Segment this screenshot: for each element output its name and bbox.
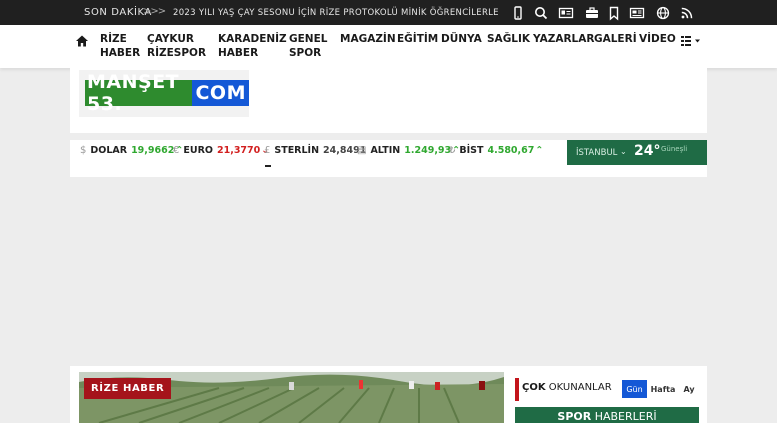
logo-text-right: COM <box>192 80 249 106</box>
currency-value: 1.249,93 <box>404 145 452 156</box>
lira-icon: ₺ <box>449 145 456 156</box>
newspaper-icon[interactable] <box>629 5 645 21</box>
logo-wordmark: MANŞET 53. COM <box>85 71 249 115</box>
breaking-news-arrows: >>> <box>143 6 166 17</box>
currency-name: DOLAR <box>90 145 128 156</box>
most-read-title-bold: ÇOK <box>522 382 546 393</box>
euro-icon: € <box>173 145 180 156</box>
rize-haber-badge[interactable]: RİZE HABER <box>84 378 172 399</box>
weather-temperature: 24° <box>634 143 661 159</box>
currency-name: ALTIN <box>370 145 401 156</box>
breaking-news-label: SON DAKİKA <box>84 7 152 18</box>
currency-name: BİST <box>459 145 484 156</box>
nav-saglik[interactable]: SAĞLIK <box>487 32 530 46</box>
spor-title-rest: HABERLERİ <box>591 410 657 423</box>
globe-icon[interactable] <box>655 5 671 21</box>
spor-haberleri-header[interactable]: SPOR HABERLERİ <box>515 407 699 423</box>
logo-card: MANŞET 53. COM <box>70 68 707 133</box>
nav-karadeniz-haber[interactable]: KARADENİZ HABER <box>218 32 287 60</box>
currency-value: 21,3770 <box>216 145 261 156</box>
bookmark-icon[interactable] <box>606 5 622 21</box>
nav-caykur-rizespor[interactable]: ÇAYKUR RİZESPOR <box>147 32 206 60</box>
chevron-down-icon[interactable]: ⌄ <box>620 147 627 156</box>
main-navbar: RİZE HABER ÇAYKUR RİZESPOR KARADENİZ HAB… <box>0 25 777 68</box>
most-read-title-rest: OKUNANLAR <box>545 382 612 393</box>
site-logo[interactable]: MANŞET 53. COM <box>79 70 249 117</box>
dollar-icon: $ <box>80 145 87 156</box>
nav-yazarlar[interactable]: YAZARLAR <box>533 32 594 46</box>
weather-condition: Güneşli <box>661 145 688 153</box>
currency-euro: € EURO 21,3770 ⌄ <box>173 145 269 156</box>
most-read-title: ÇOK OKUNANLAR <box>522 382 612 393</box>
spor-title-bold: SPOR <box>557 410 592 423</box>
nav-genel-spor[interactable]: GENEL SPOR <box>289 32 327 60</box>
currency-value: 4.580,67 <box>487 145 535 156</box>
top-bar: SON DAKİKA >>> 2023 YILI YAŞ ÇAY SESONU … <box>0 0 777 25</box>
currency-sterlin: £ STERLİN 24,8491 <box>264 145 367 156</box>
gold-icon: ▤ <box>357 145 367 156</box>
currency-altin: ▤ ALTIN 1.249,93 ⌃ <box>357 145 460 156</box>
mobile-icon[interactable] <box>510 5 526 21</box>
nav-video[interactable]: VİDEO <box>639 32 676 46</box>
trend-up-icon: ⌃ <box>535 145 544 156</box>
briefcase-icon[interactable] <box>584 5 600 21</box>
tab-ay[interactable]: Ay <box>679 380 699 398</box>
currency-name: EURO <box>183 145 213 156</box>
nav-egitim[interactable]: EĞİTİM <box>397 32 438 46</box>
rss-icon[interactable] <box>679 5 695 21</box>
currency-value: 19,9662 <box>131 145 175 156</box>
logo-text-left: MANŞET 53. <box>85 71 193 115</box>
tab-hafta[interactable]: Hafta <box>647 380 679 398</box>
nav-galeri[interactable]: GALERİ <box>594 32 637 46</box>
nav-rize-haber[interactable]: RİZE HABER <box>100 32 140 60</box>
most-read-tabs: Gün Hafta Ay <box>622 380 699 398</box>
currency-dolar: $ DOLAR 19,9662 ⌃ <box>80 145 183 156</box>
tab-gun[interactable]: Gün <box>622 380 647 398</box>
trend-neutral-icon <box>265 165 271 167</box>
currency-name: STERLİN <box>274 145 320 156</box>
breaking-news-headline[interactable]: 2023 YILI YAŞ ÇAY SESONU İÇİN RİZE PROTO… <box>173 8 499 18</box>
weather-city-select[interactable]: İSTANBUL <box>576 148 617 158</box>
nav-magazin[interactable]: MAGAZİN <box>340 32 396 46</box>
weather-widget: İSTANBUL ⌄ 24° Güneşli <box>567 140 707 165</box>
nav-dunya[interactable]: DÜNYA <box>441 32 482 46</box>
currency-bist: ₺ BİST 4.580,67 ⌃ <box>449 145 543 156</box>
menu-icon[interactable] <box>681 33 703 47</box>
pound-icon: £ <box>264 145 271 156</box>
home-icon[interactable] <box>75 33 89 47</box>
search-icon[interactable] <box>533 5 549 21</box>
most-read-accent <box>515 378 519 401</box>
id-card-icon[interactable] <box>558 5 574 21</box>
spor-haberleri-title: SPOR HABERLERİ <box>515 410 699 423</box>
